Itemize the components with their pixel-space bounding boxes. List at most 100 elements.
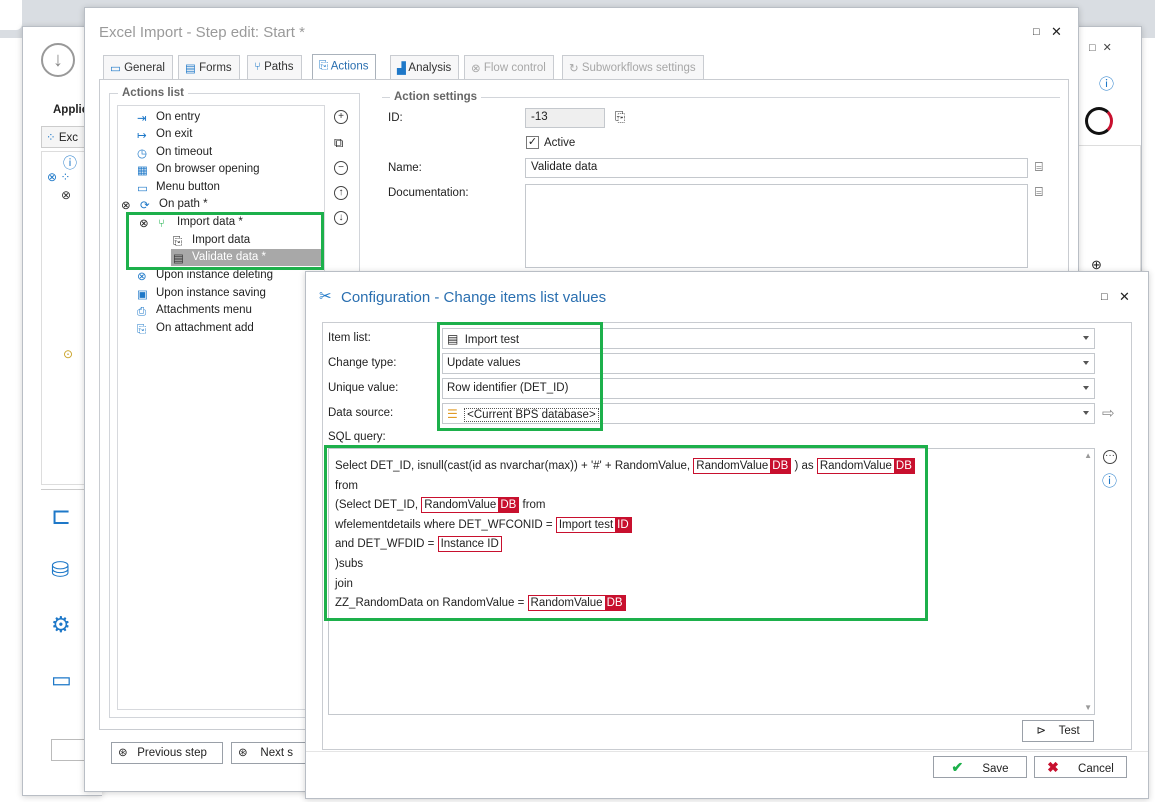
- play-icon: ⊳: [1036, 725, 1046, 737]
- tree-item-on-attachment-add[interactable]: ⎘ On attachment add: [137, 320, 254, 337]
- previous-icon: ⊛: [118, 747, 128, 759]
- highlight-tree-selection: [126, 212, 324, 270]
- background-top-tab: [0, 0, 22, 30]
- sql-scrollbar-up[interactable]: ▲: [1084, 451, 1092, 460]
- tree-item-on-timeout[interactable]: ◷ On timeout: [137, 144, 212, 161]
- attachment-add-icon: ⎘: [137, 324, 147, 336]
- id-settings-icon[interactable]: ⎘: [615, 109, 625, 125]
- add-action-icon[interactable]: +: [334, 110, 348, 124]
- unique-value-label: Unique value:: [328, 382, 399, 394]
- item-list-label: Item list:: [328, 332, 371, 344]
- step-window-title: Excel Import - Step edit: Start *: [99, 24, 305, 41]
- subworkflows-icon: ↻: [569, 63, 579, 75]
- background-right-window: □✕ ⓘ ⊕: [1070, 26, 1142, 277]
- config-close-button[interactable]: ✕: [1119, 289, 1130, 305]
- cancel-x-icon: ✖: [1047, 759, 1059, 775]
- sql-info-icon[interactable]: ⓘ: [1102, 470, 1117, 491]
- save-icon: ▣: [137, 289, 148, 301]
- data-connection-icon[interactable]: ⛁: [51, 557, 85, 587]
- next-step-button[interactable]: ⊛ Next s: [231, 742, 311, 764]
- maximize-button[interactable]: □: [1033, 26, 1040, 38]
- download-icon[interactable]: ↓: [41, 43, 75, 77]
- highlight-sql-query: [324, 445, 928, 621]
- collapse-icon[interactable]: ⊗: [121, 198, 136, 212]
- tab-forms[interactable]: ▤ Forms: [178, 55, 240, 79]
- browser-icon: ▦: [137, 165, 148, 177]
- sql-query-label: SQL query:: [328, 431, 386, 443]
- translate-doc-icon[interactable]: ⌸: [1035, 184, 1043, 200]
- move-down-icon[interactable]: ↓: [334, 211, 348, 225]
- apps-icon: ⁘: [46, 132, 56, 144]
- tab-flow-control[interactable]: ⊗ Flow control: [464, 55, 554, 79]
- config-maximize-button[interactable]: □: [1101, 291, 1108, 303]
- tree-item-on-exit[interactable]: ↦ On exit: [137, 126, 192, 143]
- active-label: Active: [544, 137, 576, 149]
- cancel-button[interactable]: ✖ Cancel: [1034, 756, 1127, 778]
- move-up-icon[interactable]: ↑: [334, 186, 348, 200]
- path-icon: ⟳: [140, 200, 150, 212]
- forms-icon: ▤: [185, 63, 196, 75]
- data-source-label: Data source:: [328, 407, 394, 419]
- general-icon: ▭: [110, 63, 121, 75]
- tree-item-upon-instance-saving[interactable]: ▣ Upon instance saving: [137, 285, 266, 302]
- config-title-icon: ✂: [319, 288, 332, 305]
- delete-icon: ⊗: [137, 271, 147, 283]
- translate-icon[interactable]: ⌸: [1035, 159, 1043, 175]
- documentation-label: Documentation:: [388, 187, 469, 199]
- save-button[interactable]: ✔ Save: [933, 756, 1027, 778]
- on-entry-icon: ⇥: [137, 113, 147, 125]
- tree-item-on-browser-opening[interactable]: ▦ On browser opening: [137, 161, 260, 178]
- action-settings-title: Action settings: [390, 91, 482, 103]
- devices-icon[interactable]: ▭: [51, 667, 85, 697]
- tree-item-attachments-menu[interactable]: ⎙ Attachments menu: [137, 302, 252, 319]
- tab-analysis[interactable]: ▟ Analysis: [390, 55, 460, 79]
- actions-icon: ⎘: [319, 60, 329, 72]
- workflow-icon[interactable]: ⊗ ⁘: [47, 170, 70, 184]
- clock-icon: ◷: [137, 148, 148, 160]
- paths-icon: ⑂: [254, 61, 261, 73]
- add-sub-action-icon[interactable]: ⧉: [334, 135, 343, 151]
- tab-subworkflows[interactable]: ↻ Subworkflows settings: [562, 55, 704, 79]
- attachment-icon: ⎙: [137, 306, 147, 318]
- process-diagram-icon[interactable]: ⊏: [51, 502, 85, 532]
- close-button[interactable]: ✕: [1051, 24, 1062, 40]
- previous-step-button[interactable]: ⊛ Previous step: [111, 742, 223, 764]
- remove-action-icon[interactable]: −: [334, 161, 348, 175]
- test-button[interactable]: ⊳ Test: [1022, 720, 1094, 742]
- analysis-icon: ▟: [397, 63, 406, 75]
- bg-panel: [1075, 145, 1141, 277]
- bg-info-icon[interactable]: ⓘ: [1099, 73, 1114, 94]
- background-tab-label: Exc: [58, 132, 79, 144]
- next-icon: ⊛: [238, 747, 248, 759]
- tab-actions[interactable]: ⎘ Actions: [312, 54, 377, 79]
- background-app-label: Applic: [53, 104, 89, 116]
- bg-window-controls[interactable]: □✕: [1089, 41, 1119, 54]
- tree-item-on-entry[interactable]: ⇥ On entry: [137, 109, 200, 126]
- id-field: -13: [525, 108, 605, 128]
- path-node-icon[interactable]: ⊙: [63, 347, 73, 361]
- more-options-icon[interactable]: ···: [1103, 450, 1117, 464]
- actions-list-title: Actions list: [118, 87, 188, 99]
- tab-general[interactable]: ▭ General: [103, 55, 173, 79]
- power-icon[interactable]: [1085, 107, 1113, 135]
- tab-paths[interactable]: ⑂ Paths: [247, 55, 302, 79]
- menu-button-icon: ▭: [137, 183, 148, 195]
- settings-screen-icon[interactable]: ⚙: [51, 612, 85, 642]
- tree-item-menu-button[interactable]: ▭ Menu button: [137, 179, 220, 196]
- flow-control-icon: ⊗: [471, 63, 481, 75]
- active-checkbox[interactable]: ✓: [526, 136, 539, 149]
- on-exit-icon: ↦: [137, 130, 147, 142]
- documentation-field[interactable]: [525, 184, 1028, 268]
- data-source-arrow-icon[interactable]: ⇨: [1102, 404, 1115, 422]
- name-field[interactable]: Validate data: [525, 158, 1028, 178]
- sql-scrollbar-down[interactable]: ▼: [1084, 703, 1092, 712]
- highlight-config-fields: [437, 322, 603, 431]
- change-type-label: Change type:: [328, 357, 397, 369]
- id-label: ID:: [388, 112, 403, 124]
- tree-item-on-path[interactable]: ⊗ ⟳ On path *: [121, 196, 208, 213]
- config-window-title: Configuration - Change items list values: [341, 289, 607, 306]
- step-icon[interactable]: ⊗: [61, 188, 71, 202]
- name-label: Name:: [388, 162, 422, 174]
- checkmark-icon: ✔: [951, 759, 964, 775]
- footer-separator: [306, 751, 1148, 752]
